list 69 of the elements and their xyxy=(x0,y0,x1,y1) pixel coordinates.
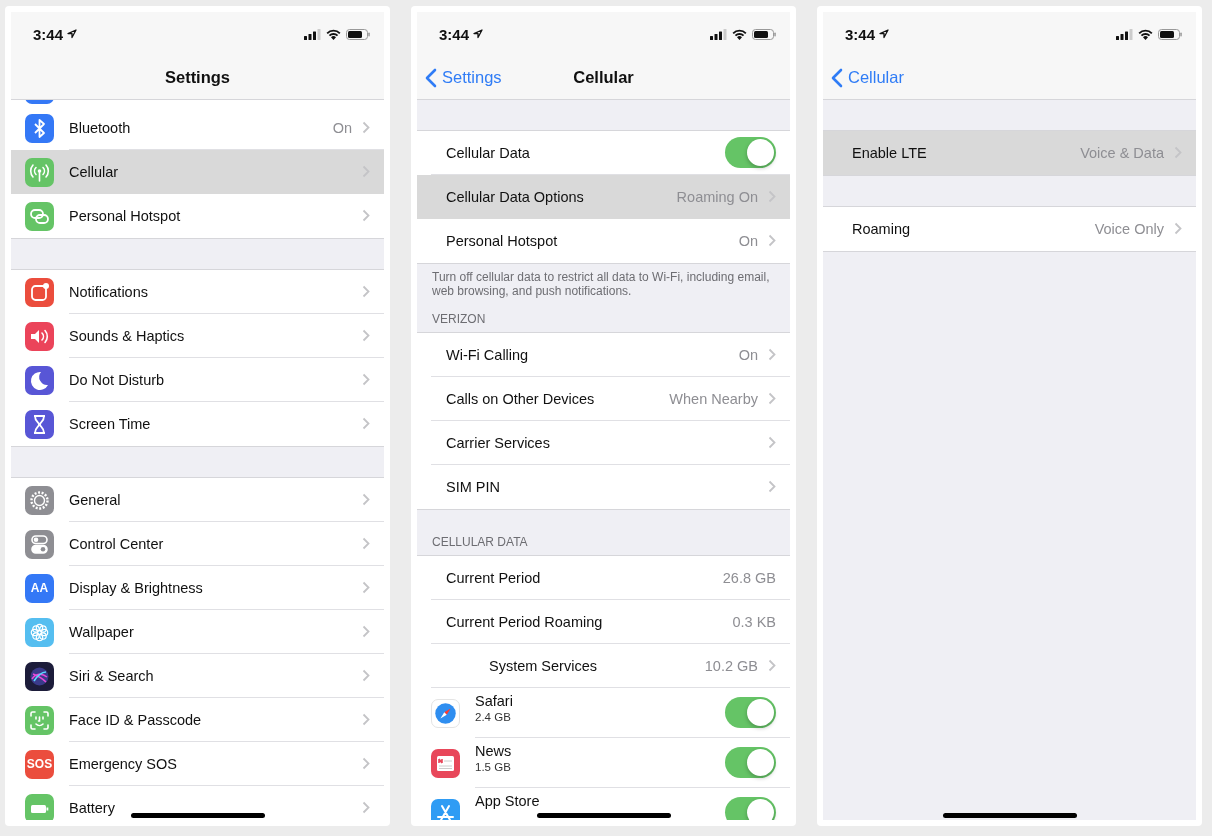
chevron-icon xyxy=(362,625,370,638)
location-arrow-icon xyxy=(879,29,890,39)
chevron-icon xyxy=(1174,222,1182,235)
toggle-switch[interactable] xyxy=(725,747,776,778)
row-value: Voice & Data xyxy=(1080,144,1164,161)
text-size-icon: AA xyxy=(25,573,54,603)
location-arrow-icon xyxy=(473,29,484,39)
toggle-switch[interactable] xyxy=(725,797,776,820)
app-name: News xyxy=(475,745,512,758)
chevron-icon xyxy=(362,713,370,726)
app-name: Safari xyxy=(475,695,513,708)
chevron-icon xyxy=(362,757,370,770)
chevron-icon xyxy=(362,493,370,506)
chevron-icon xyxy=(362,121,370,134)
data-usage: 2.4 GB xyxy=(475,711,512,724)
chevron-icon xyxy=(362,801,370,814)
signal-icon xyxy=(710,28,727,40)
row-value: On xyxy=(738,232,758,249)
sos-icon: SOS xyxy=(25,749,54,779)
nav-title: Cellular xyxy=(573,68,634,87)
wifi-icon xyxy=(732,28,747,40)
chevron-icon xyxy=(362,581,370,594)
row-value: 26.8 GB xyxy=(722,569,776,586)
section-header: VERIZON xyxy=(431,311,487,328)
chevron-icon xyxy=(362,373,370,386)
location-arrow-icon xyxy=(67,29,78,39)
chevron-icon xyxy=(362,285,370,298)
chevron-icon xyxy=(768,234,776,247)
chevron-icon xyxy=(362,417,370,430)
app-name: App Store xyxy=(475,795,540,808)
settings-row[interactable]: Cellular xyxy=(11,150,384,194)
battery-level-icon xyxy=(752,28,776,40)
wifi-icon xyxy=(326,28,341,40)
status-time: 3:44 xyxy=(439,25,470,43)
back-chevron-icon xyxy=(831,67,843,88)
chevron-icon xyxy=(362,329,370,342)
chevron-icon xyxy=(768,480,776,493)
chevron-icon xyxy=(768,348,776,361)
section-header: CELLULAR DATA xyxy=(431,534,529,551)
toggle-switch[interactable] xyxy=(725,137,776,168)
battery-level-icon xyxy=(346,28,370,40)
section-footer: Turn off cellular data to restrict all data to Wi-Fi, including email, web browsing, and push notifications. xyxy=(417,264,790,302)
row-value: On xyxy=(738,346,758,363)
settings-row[interactable]: Cellular Data Options Roaming On xyxy=(417,175,790,219)
chevron-icon xyxy=(768,436,776,449)
row-value: 10.2 GB xyxy=(704,657,758,674)
chevron-icon xyxy=(362,537,370,550)
battery-level-icon xyxy=(1158,28,1182,40)
row-value: On xyxy=(332,119,352,136)
chevron-icon xyxy=(768,659,776,672)
status-time: 3:44 xyxy=(33,25,64,43)
status-time: 3:44 xyxy=(845,25,876,43)
data-usage: 1.5 GB xyxy=(475,761,512,774)
chevron-icon xyxy=(362,209,370,222)
row-value: Voice Only xyxy=(1094,220,1164,237)
row-value: Roaming On xyxy=(676,188,758,205)
settings-row[interactable]: Enable LTE Voice & Data xyxy=(823,131,1196,175)
signal-icon xyxy=(1116,28,1133,40)
toggle-switch[interactable] xyxy=(725,697,776,728)
row-value: When Nearby xyxy=(669,390,758,407)
back-chevron-icon xyxy=(425,67,437,88)
back-button[interactable]: Cellular xyxy=(823,67,904,88)
wifi-icon xyxy=(1138,28,1153,40)
nav-title: Settings xyxy=(164,68,231,87)
signal-icon xyxy=(304,28,321,40)
chevron-icon xyxy=(362,669,370,682)
chevron-icon xyxy=(768,392,776,405)
back-button[interactable]: Settings xyxy=(417,67,502,88)
row-value: 0.3 KB xyxy=(732,613,776,630)
